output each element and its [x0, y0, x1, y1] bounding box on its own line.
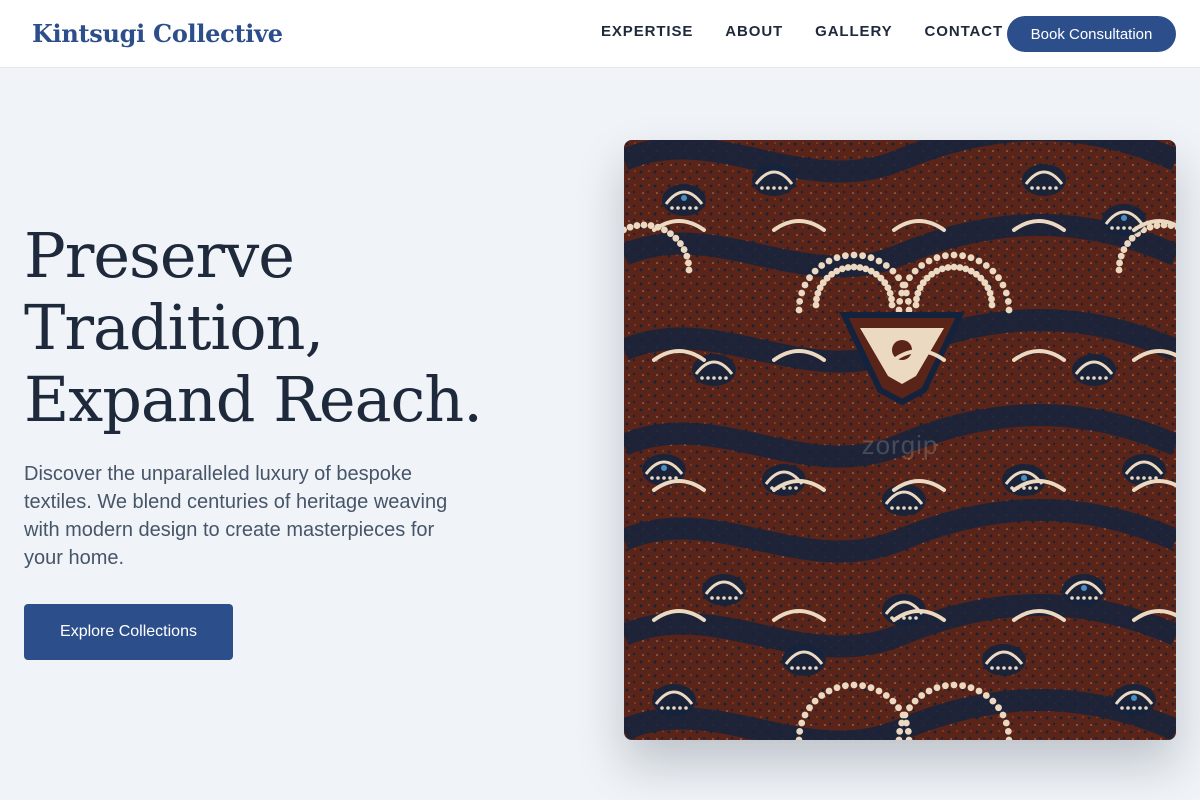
- hero-description: Discover the unparalleled luxury of besp…: [24, 463, 448, 569]
- main-nav: EXPERTISE ABOUT GALLERY CONTACT: [601, 22, 1003, 42]
- hero-title-line: Preserve: [24, 219, 295, 292]
- hero-title: Preserve Tradition, Expand Reach.: [24, 220, 584, 436]
- site-header: Kintsugi Collective EXPERTISE ABOUT GALL…: [0, 0, 1200, 68]
- nav-link-about[interactable]: ABOUT: [725, 22, 783, 42]
- image-watermark: zorgip: [861, 430, 939, 460]
- nav-link-contact[interactable]: CONTACT: [925, 22, 1004, 42]
- hero-title-line: Expand Reach.: [24, 363, 483, 436]
- nav-link-expertise[interactable]: EXPERTISE: [601, 22, 693, 42]
- book-consultation-button[interactable]: Book Consultation: [1007, 16, 1176, 52]
- nav-link-gallery[interactable]: GALLERY: [815, 22, 892, 42]
- explore-collections-button[interactable]: Explore Collections: [24, 604, 233, 660]
- batik-textile-image: zorgip: [624, 140, 1176, 740]
- hero-title-line: Tradition,: [24, 291, 324, 364]
- site-logo[interactable]: Kintsugi Collective: [32, 17, 283, 51]
